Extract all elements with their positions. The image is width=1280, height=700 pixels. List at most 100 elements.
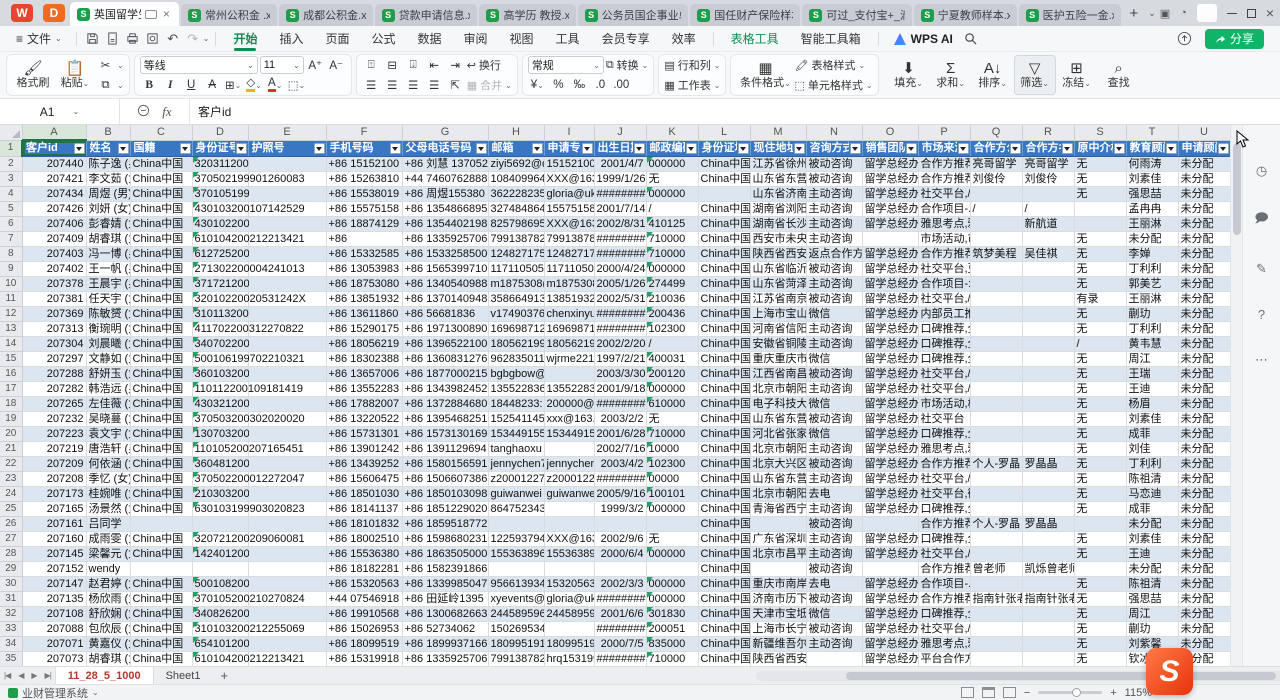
cell[interactable]: +86 18101832 (326, 516, 402, 531)
italic-button[interactable]: I (161, 77, 180, 94)
cell[interactable]: 被动咨询 (806, 456, 862, 471)
cell[interactable]: 210036 (646, 291, 698, 306)
cell[interactable]: bgbgbow@ (488, 366, 544, 381)
cell[interactable] (1022, 576, 1074, 591)
cell[interactable]: XXX@163.c (544, 216, 594, 231)
cell[interactable]: +86 18141137 (326, 501, 402, 516)
smart-input-icon[interactable] (137, 104, 150, 120)
cell[interactable]: +86 1850103098 (402, 486, 488, 501)
cell[interactable]: China中国 (130, 621, 192, 636)
cell[interactable]: 周江 (1126, 606, 1178, 621)
cell[interactable]: China中国 (698, 351, 750, 366)
worksheet-button[interactable]: ▦工作表⌄ (664, 76, 720, 94)
cell[interactable]: +86 18056219 (326, 336, 402, 351)
file-tab[interactable]: S英国留学生...× (70, 2, 179, 26)
print-preview-icon[interactable] (143, 30, 163, 48)
cell[interactable]: +86 1339985047 (402, 576, 488, 591)
cell[interactable]: 200051 (646, 621, 698, 636)
cell[interactable]: +86 1533258500 (402, 246, 488, 261)
cell[interactable] (970, 336, 1022, 351)
decrease-decimal-icon[interactable]: .0 (591, 77, 610, 94)
cell[interactable] (1022, 381, 1074, 396)
cell[interactable]: 社交平台,/ (918, 546, 970, 561)
strikethrough-button[interactable]: A (203, 77, 222, 94)
cell[interactable]: 山东省东营 (750, 171, 806, 186)
row-header-21[interactable]: 21 (0, 441, 22, 456)
cell[interactable]: +86 18002510 (326, 531, 402, 546)
cell[interactable]: 360481200304020026 (192, 456, 248, 471)
cell[interactable]: 301830 (646, 606, 698, 621)
cell[interactable]: 留学总经办 (862, 396, 918, 411)
cell[interactable]: 340702200202202520 (192, 336, 248, 351)
cell[interactable] (970, 276, 1022, 291)
cell[interactable] (1022, 606, 1074, 621)
cell[interactable]: 平台合作方 (918, 651, 970, 666)
column-header-B[interactable]: B (86, 125, 130, 140)
cell[interactable]: 被动咨询 (806, 156, 862, 171)
cell[interactable]: 济南市历下 (750, 591, 806, 606)
cell[interactable] (970, 381, 1022, 396)
globe-icon[interactable]: ◔ (1180, 7, 1187, 19)
cell[interactable]: +86 1340540988 (402, 276, 488, 291)
cell[interactable]: China中国 (698, 366, 750, 381)
edit-icon[interactable]: ✎ (1256, 261, 1267, 277)
cell[interactable] (248, 276, 326, 291)
cell[interactable]: 180995191 (544, 636, 594, 651)
row-header-34[interactable]: 34 (0, 636, 22, 651)
cell[interactable] (970, 351, 1022, 366)
cell[interactable] (248, 546, 326, 561)
file-tab[interactable]: S常州公积金 .xlsx (181, 4, 277, 26)
cell[interactable] (1022, 621, 1074, 636)
increase-font-icon[interactable]: A⁺ (306, 57, 325, 74)
cell[interactable]: 未分配 (1178, 396, 1230, 411)
cell[interactable] (1022, 351, 1074, 366)
cell[interactable]: 无 (1074, 456, 1126, 471)
cell[interactable]: 丁利利 (1126, 321, 1178, 336)
cell[interactable]: 未分配 (1178, 606, 1230, 621)
cell[interactable]: 310103200212255069 (192, 621, 248, 636)
cell[interactable]: 2003/4/2 (594, 456, 646, 471)
horizontal-scrollbar[interactable] (756, 671, 1280, 681)
cell[interactable] (1074, 561, 1126, 576)
cell[interactable]: 207403 (22, 246, 86, 261)
row-header-30[interactable]: 30 (0, 576, 22, 591)
cell[interactable]: 207434 (22, 186, 86, 201)
cell[interactable]: 153205639 (544, 576, 594, 591)
cell[interactable]: China中国 (698, 156, 750, 171)
cell[interactable] (192, 561, 248, 576)
cell[interactable]: 雅思考点,雅 (918, 636, 970, 651)
cell[interactable]: 左佳薇 (女 (86, 396, 130, 411)
cell[interactable]: 江苏省徐州 (750, 156, 806, 171)
cell[interactable]: 无 (1074, 576, 1126, 591)
cell[interactable]: China中国 (698, 651, 750, 666)
cell[interactable]: 无 (1074, 471, 1126, 486)
cell[interactable]: China中国 (130, 501, 192, 516)
fill-button[interactable]: ⬇填充⌄ (888, 55, 930, 95)
column-header-Q[interactable]: Q (970, 125, 1022, 140)
cell[interactable]: China中国 (130, 306, 192, 321)
cell[interactable]: 广东省深圳 (750, 531, 806, 546)
cell[interactable]: 王一帆 (男 (86, 261, 130, 276)
cell[interactable]: 320721200209060081 (192, 531, 248, 546)
cell[interactable]: m1875308 (544, 276, 594, 291)
cell[interactable]: 102300 (646, 456, 698, 471)
close-button[interactable]: × (1266, 5, 1274, 21)
cell[interactable]: 上海市长宁 (750, 621, 806, 636)
row-header-18[interactable]: 18 (0, 396, 22, 411)
cell[interactable] (970, 486, 1022, 501)
first-sheet-icon[interactable]: |◀ (0, 671, 14, 680)
align-middle-icon[interactable]: ⊟ (383, 57, 402, 74)
cell[interactable]: 湖南省浏阳 (750, 201, 806, 216)
cell[interactable]: 留学总经办 (862, 306, 918, 321)
cell[interactable] (970, 261, 1022, 276)
cell[interactable] (1022, 336, 1074, 351)
cell[interactable]: 无 (1074, 186, 1126, 201)
cell[interactable] (248, 156, 326, 171)
cell[interactable]: 358664913 (488, 291, 544, 306)
zoom-slider-knob[interactable] (1072, 688, 1081, 697)
cell[interactable]: 710000 (646, 231, 698, 246)
cell[interactable]: 2002/8/31 (594, 216, 646, 231)
cell[interactable]: +86 1391129694 (402, 441, 488, 456)
vertical-scrollbar-thumb[interactable] (1233, 143, 1241, 235)
cell[interactable]: 207209 (22, 456, 86, 471)
